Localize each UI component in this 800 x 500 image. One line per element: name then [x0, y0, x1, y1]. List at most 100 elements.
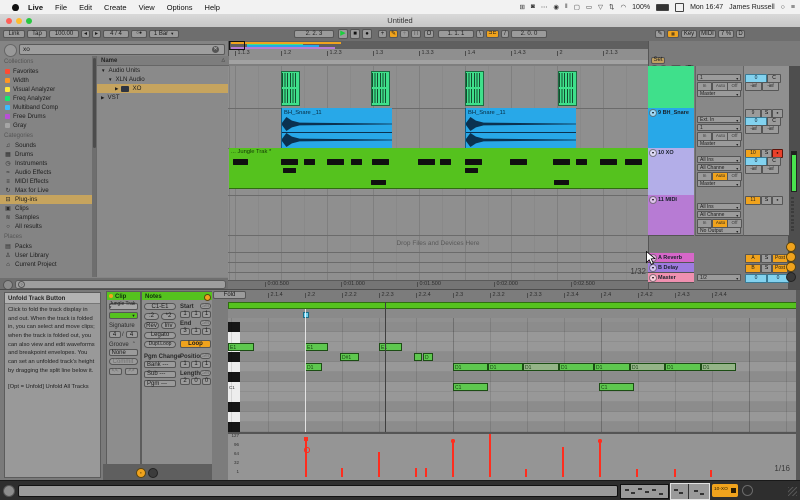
track-header-unnamed[interactable] [648, 66, 694, 109]
envelope-box-toggle[interactable]: ▪ [136, 468, 146, 478]
resize-grip[interactable] [788, 487, 797, 496]
double-tempo-button[interactable]: *2 [161, 313, 176, 320]
status-circle-icon[interactable] [3, 485, 15, 497]
set-length-button[interactable]: Set [200, 370, 211, 376]
return-a-circle-button[interactable] [786, 242, 796, 252]
clip-box-header[interactable]: Clip [107, 292, 140, 300]
pgm-field[interactable]: Pgm --- [144, 380, 176, 387]
routing-chooser[interactable]: All Ins▼ [697, 156, 741, 163]
bank-select-field[interactable]: Bank --- [144, 361, 176, 368]
track-header-11-midi[interactable]: ▾11 MIDI [648, 195, 694, 236]
solo-button[interactable]: S [761, 254, 772, 263]
track-activator[interactable]: B [745, 264, 761, 273]
device-chip[interactable]: 10-XO [712, 484, 738, 497]
send-field[interactable]: -inf [762, 125, 779, 134]
position-bar-field[interactable]: 1 [180, 361, 190, 368]
routing-chooser[interactable]: Ext. In▼ [697, 116, 741, 123]
unfold-track-button[interactable]: ▾ [649, 109, 657, 117]
clip-start-marker[interactable] [303, 312, 309, 318]
routing-chooser[interactable]: Master▼ [697, 180, 741, 187]
midi-grid-label: 1/16 [740, 465, 790, 473]
end-bar-field[interactable]: 3 [180, 328, 190, 335]
track-activator[interactable]: 11 [745, 196, 761, 205]
routing-chooser[interactable]: All Channe▼ [697, 211, 741, 218]
volume-field[interactable]: 0 [745, 274, 767, 283]
groove-dial-icon[interactable]: ◔ [132, 341, 135, 346]
start-bar-field[interactable]: 1 [180, 311, 190, 318]
notes-target-icon[interactable] [204, 294, 211, 301]
position-div-field[interactable]: 1 [202, 361, 211, 368]
sub-bank-field[interactable]: Sub --- [144, 371, 176, 378]
signature-numerator[interactable]: 4 [109, 331, 121, 338]
routing-chooser[interactable]: No Output▼ [697, 227, 741, 234]
nudge-forward-button[interactable]: >> [125, 368, 138, 375]
chevron-down-icon: ▼ [736, 158, 739, 163]
notification-ring-icon[interactable] [742, 485, 753, 496]
loop-toggle-button[interactable]: Loop [180, 340, 211, 348]
unfold-track-button[interactable]: ▾ [649, 196, 657, 204]
routing-chooser[interactable]: 1/2▼ [697, 274, 741, 281]
set-end-button[interactable]: Set [200, 320, 211, 326]
signature-denominator[interactable]: 4 [126, 331, 138, 338]
start-beat-field[interactable]: 1 [191, 311, 201, 318]
track-header-master[interactable]: ▾Master [648, 273, 694, 283]
return-b-circle-button[interactable] [786, 252, 796, 262]
send-field[interactable]: -inf [745, 82, 762, 91]
set-start-button[interactable]: Set [200, 303, 211, 309]
arm-button[interactable]: ● [772, 196, 783, 205]
solo-button[interactable]: S [761, 264, 772, 273]
chevron-down-icon: ▼ [736, 118, 739, 123]
clip-active-icon[interactable] [109, 294, 113, 298]
length-bar-field[interactable]: 2 [180, 378, 190, 385]
invert-notes-button[interactable]: Inv [161, 322, 176, 329]
set-position-button[interactable]: Set [200, 353, 211, 359]
duplicate-loop-button[interactable]: Dupl.Loop [144, 341, 176, 348]
master-circle-button[interactable] [786, 272, 796, 282]
track-header-10-xo[interactable]: ▾10 XO [648, 148, 694, 196]
commit-groove-button[interactable]: Commit [109, 358, 138, 365]
routing-chooser[interactable]: All Ins▼ [697, 203, 741, 210]
unfold-track-button[interactable]: ▾ [649, 149, 657, 157]
midi-marker-strip[interactable] [228, 309, 797, 319]
horizontal-scrollbar[interactable] [18, 485, 618, 497]
end-div-field[interactable]: 1 [202, 328, 211, 335]
clip-name-field[interactable]: Jungle Trak * [109, 303, 138, 310]
solo-button[interactable]: S [761, 196, 772, 205]
sends-circle-button[interactable] [786, 262, 796, 272]
send-field[interactable]: -inf [745, 125, 762, 134]
info-view-title: Unfold Track Button [5, 293, 100, 304]
note-box-toggle[interactable] [148, 468, 158, 478]
routing-chooser[interactable]: 1▼ [697, 124, 741, 131]
routing-chooser[interactable]: All Channe▼ [697, 164, 741, 171]
track-header-9-bh-snare[interactable]: ▾9 BH_Snare [648, 108, 694, 149]
start-div-field[interactable]: 1 [202, 311, 211, 318]
unfold-track-button[interactable]: ▾ [649, 274, 657, 282]
mini-note [659, 493, 663, 495]
reverse-notes-button[interactable]: Rev [144, 322, 159, 329]
clip-color-chooser[interactable]: ▼ [109, 312, 138, 319]
clip-zoom-box[interactable] [670, 483, 710, 500]
notes-box: Notes C1-E1 :2 *2 Rev Inv Legato Dupl.Lo… [141, 291, 214, 466]
send-field[interactable]: -inf [762, 165, 779, 174]
routing-chooser[interactable]: Master▼ [697, 140, 741, 147]
mouse-cursor [646, 251, 657, 266]
velocity-lane[interactable] [228, 432, 797, 480]
track-activator[interactable]: A [745, 254, 761, 263]
halve-tempo-button[interactable]: :2 [144, 313, 159, 320]
groove-chooser[interactable]: None [109, 349, 138, 356]
notes-box-header[interactable]: Notes [142, 292, 213, 300]
send-field[interactable]: -inf [745, 165, 762, 174]
nudge-back-button[interactable]: << [109, 368, 122, 375]
midi-editor-scrollbar[interactable] [796, 290, 800, 480]
send-field[interactable]: -inf [762, 82, 779, 91]
fold-button[interactable]: Fold [213, 291, 246, 299]
routing-chooser[interactable]: Master▼ [697, 90, 741, 97]
length-beat-field[interactable]: 0 [191, 378, 201, 385]
routing-chooser[interactable]: 1▼ [697, 74, 741, 81]
end-beat-field[interactable]: 1 [191, 328, 201, 335]
clip-overview[interactable] [620, 484, 669, 499]
legato-button[interactable]: Legato [144, 332, 176, 339]
midi-loop-bar[interactable] [228, 302, 797, 309]
position-beat-field[interactable]: 1 [191, 361, 201, 368]
length-div-field[interactable]: 0 [202, 378, 211, 385]
